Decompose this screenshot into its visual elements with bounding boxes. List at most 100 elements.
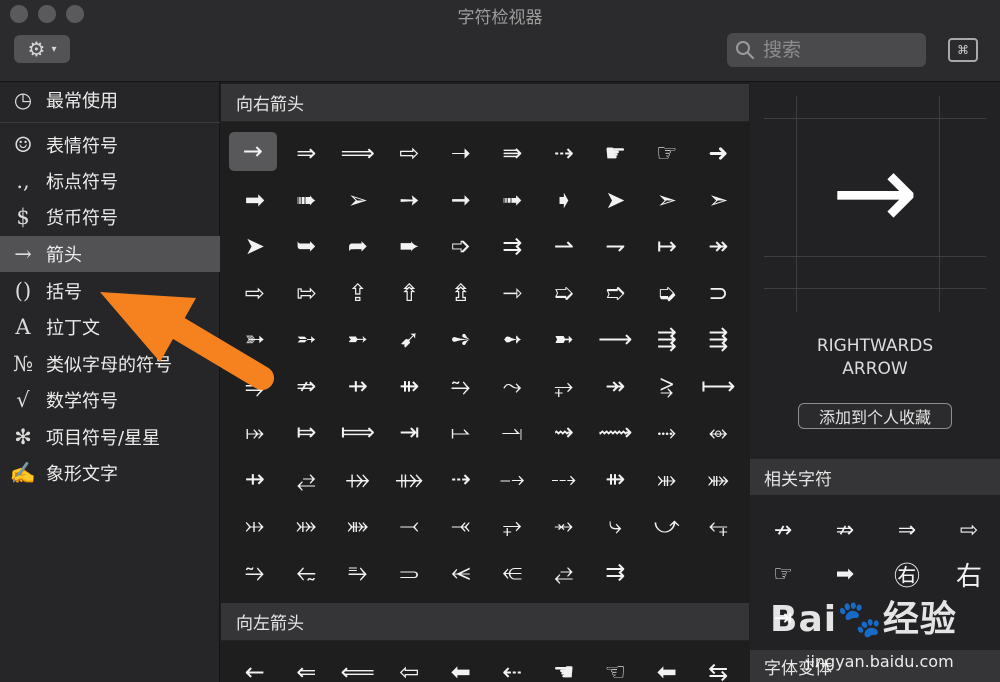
right-arrow-cell[interactable]: ⤍ xyxy=(487,456,539,503)
right-arrow-cell[interactable]: ⥛ xyxy=(435,409,487,456)
right-arrow-cell[interactable]: ⇮ xyxy=(384,270,436,317)
left-arrow-cell[interactable]: ⇆ xyxy=(693,649,745,682)
right-arrow-cell[interactable]: ⥓ xyxy=(487,409,539,456)
right-arrow-cell[interactable]: ⇢ xyxy=(538,130,590,177)
right-arrow-cell[interactable]: ☛ xyxy=(590,130,642,177)
right-arrow-cell[interactable]: ➹ xyxy=(384,316,436,363)
right-arrow-cell[interactable]: ⥺ xyxy=(487,549,539,596)
sidebar-item-frequently-used[interactable]: ◷ 最常使用 xyxy=(0,82,220,118)
sidebar-item-math[interactable]: √ 数学符号 xyxy=(0,382,220,418)
left-arrow-cell[interactable]: ← xyxy=(229,649,281,682)
right-arrow-cell[interactable]: ⥅ xyxy=(487,502,539,549)
right-arrow-cell[interactable]: ⟾ xyxy=(332,409,384,456)
right-arrow-cell[interactable]: ⇛ xyxy=(487,130,539,177)
right-arrow-cell[interactable]: ⥅ xyxy=(538,363,590,410)
related-character-cell[interactable]: ⇨ xyxy=(938,508,1000,552)
right-arrow-cell[interactable]: ⤕ xyxy=(641,456,693,503)
sidebar-item-latin[interactable]: A 拉丁文 xyxy=(0,309,220,345)
keyboard-viewer-button[interactable]: ⌘ xyxy=(948,38,978,62)
right-arrow-cell[interactable]: ➯ xyxy=(538,270,590,317)
right-arrow-cell[interactable]: ↦ xyxy=(641,223,693,270)
right-arrow-cell[interactable]: ➳ xyxy=(229,316,281,363)
right-arrow-cell[interactable]: ⇝ xyxy=(538,409,590,456)
right-arrow-cell[interactable]: ⤀ xyxy=(332,456,384,503)
right-arrow-cell[interactable]: ⥰ xyxy=(384,549,436,596)
right-arrow-cell[interactable]: ➺ xyxy=(435,316,487,363)
right-arrow-cell[interactable]: ⤻ xyxy=(641,502,693,549)
right-arrow-cell[interactable]: ➙ xyxy=(384,177,436,224)
right-arrow-cell[interactable]: ⇶ xyxy=(641,316,693,363)
right-arrow-cell[interactable]: → xyxy=(229,132,277,171)
right-arrow-cell[interactable]: ☞ xyxy=(641,130,693,177)
right-arrow-cell[interactable]: ⟹ xyxy=(332,130,384,177)
right-arrow-cell[interactable]: ⥆ xyxy=(693,502,745,549)
left-arrow-cell[interactable]: ⟸ xyxy=(332,649,384,682)
right-arrow-cell[interactable]: ⤁ xyxy=(384,456,436,503)
search-input[interactable] xyxy=(763,37,913,63)
right-arrow-cell[interactable]: ⇻ xyxy=(384,363,436,410)
right-arrow-cell[interactable]: ⇻ xyxy=(590,456,642,503)
right-arrow-cell[interactable]: ➸ xyxy=(332,316,384,363)
right-arrow-cell[interactable]: ⤙ xyxy=(384,502,436,549)
right-arrow-cell[interactable]: ⟼ xyxy=(693,363,745,410)
action-menu-button[interactable]: ⚙ ▾ xyxy=(14,35,70,63)
right-arrow-cell[interactable]: ⇢ xyxy=(435,456,487,503)
right-arrow-cell[interactable]: ⤅ xyxy=(229,409,281,456)
left-arrow-cell[interactable]: ☚ xyxy=(538,649,590,682)
right-arrow-cell[interactable]: ➼ xyxy=(538,316,590,363)
right-arrow-cell[interactable]: ⥸ xyxy=(641,363,693,410)
right-arrow-cell[interactable]: ⤑ xyxy=(641,409,693,456)
right-arrow-cell[interactable]: ⥄ xyxy=(281,456,333,503)
right-arrow-cell[interactable]: ➟ xyxy=(487,177,539,224)
right-arrow-cell[interactable]: ⇸ xyxy=(229,456,281,503)
right-arrow-cell[interactable]: ➭ xyxy=(641,270,693,317)
right-arrow-cell[interactable]: ⟶ xyxy=(590,316,642,363)
right-arrow-cell[interactable]: ⇶ xyxy=(693,316,745,363)
right-arrow-cell[interactable]: ↠ xyxy=(693,223,745,270)
right-arrow-cell[interactable]: ⥇ xyxy=(538,502,590,549)
right-arrow-cell[interactable]: ➣ xyxy=(641,177,693,224)
right-arrow-cell[interactable]: ⇁ xyxy=(590,223,642,270)
right-arrow-cell[interactable]: ⇸ xyxy=(332,363,384,410)
right-arrow-cell[interactable]: ⥷ xyxy=(435,549,487,596)
left-arrow-cell[interactable]: ⬅ xyxy=(435,649,487,682)
right-arrow-cell[interactable]: ➜ xyxy=(693,130,745,177)
right-arrow-cell[interactable]: ⇉ xyxy=(487,223,539,270)
right-arrow-cell[interactable]: ⥈ xyxy=(693,409,745,456)
right-arrow-cell[interactable]: ⇥ xyxy=(384,409,436,456)
right-arrow-cell[interactable]: ⊃ xyxy=(693,270,745,317)
search-field[interactable] xyxy=(727,33,926,67)
sidebar-item-punctuation[interactable]: ., 标点符号 xyxy=(0,163,220,199)
right-arrow-cell[interactable]: ⤏ xyxy=(538,456,590,503)
right-arrow-cell[interactable]: ⇯ xyxy=(435,270,487,317)
right-arrow-cell[interactable]: ➞ xyxy=(435,177,487,224)
sidebar-item-letterlike[interactable]: № 类似字母的符号 xyxy=(0,346,220,382)
right-arrow-cell[interactable]: ⇨ xyxy=(229,270,281,317)
left-arrow-cell[interactable]: ⇠ xyxy=(487,649,539,682)
left-arrow-cell[interactable]: ⇦ xyxy=(384,649,436,682)
right-arrow-cell[interactable]: ➵ xyxy=(281,316,333,363)
right-arrow-cell[interactable]: ➝ xyxy=(435,130,487,177)
right-arrow-cell[interactable]: ⤔ xyxy=(229,502,281,549)
right-arrow-cell[interactable]: ⥳ xyxy=(281,549,333,596)
add-to-favorites-button[interactable]: 添加到个人收藏 xyxy=(798,403,952,429)
right-arrow-cell[interactable]: ⤗ xyxy=(281,502,333,549)
right-arrow-cell[interactable]: ⇰ xyxy=(281,270,333,317)
right-arrow-cell[interactable]: ⤇ xyxy=(281,409,333,456)
right-arrow-cell[interactable]: ➢ xyxy=(332,177,384,224)
right-arrow-cell[interactable]: ⤘ xyxy=(332,502,384,549)
right-arrow-cell[interactable]: ➧ xyxy=(538,177,590,224)
right-arrow-cell[interactable]: ➦ xyxy=(332,223,384,270)
right-arrow-cell[interactable]: ⇀ xyxy=(538,223,590,270)
sidebar-item-arrows[interactable]: → 箭头 xyxy=(0,236,220,272)
related-character-cell[interactable]: ⇏ xyxy=(814,508,876,552)
right-arrow-cell[interactable]: ⇏ xyxy=(281,363,333,410)
related-character-cell[interactable]: ⇒ xyxy=(876,508,938,552)
right-arrow-cell[interactable]: ⇨ xyxy=(384,130,436,177)
right-arrow-cell[interactable]: ⤛ xyxy=(435,502,487,549)
right-arrow-cell[interactable]: ➥ xyxy=(281,223,333,270)
right-arrow-cell[interactable]: ⇉ xyxy=(590,549,642,596)
right-arrow-cell[interactable]: ⤷ xyxy=(590,502,642,549)
right-arrow-cell[interactable]: ➤ xyxy=(590,177,642,224)
right-arrow-cell[interactable]: ⥱ xyxy=(332,549,384,596)
